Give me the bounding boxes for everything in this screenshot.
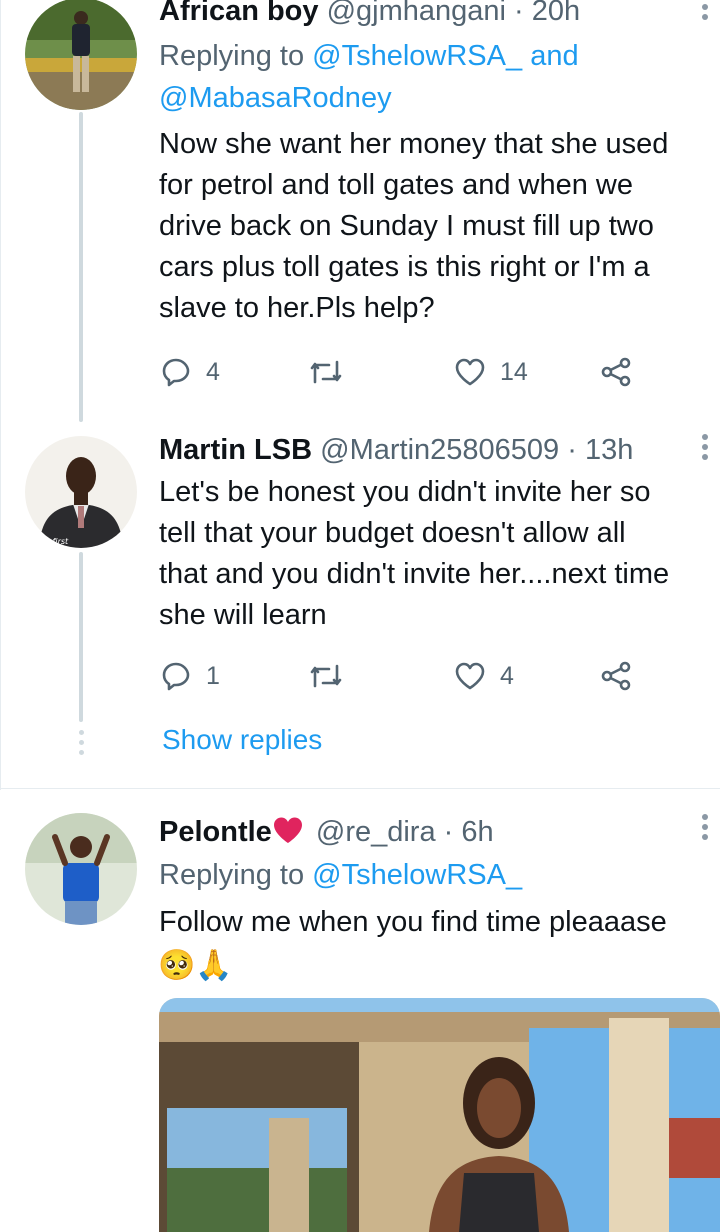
more-icon[interactable] xyxy=(702,814,710,844)
share-button[interactable] xyxy=(600,656,632,696)
heart-icon xyxy=(455,358,485,386)
like-count: 14 xyxy=(500,357,528,386)
tweet-text: Let's be honest you didn't invite her so… xyxy=(159,472,719,636)
mention-link[interactable]: @TshelowRSA_ xyxy=(312,859,522,891)
replying-to-line-2: @MabasaRodney xyxy=(159,78,392,118)
like-count: 4 xyxy=(500,661,514,690)
share-icon xyxy=(601,661,631,691)
tweet-african-boy[interactable]: African boy @gjmhangani · 20h Replying t… xyxy=(0,0,720,420)
tweet-actions: 4 14 xyxy=(160,352,640,392)
separator-dot: · xyxy=(567,434,577,466)
timestamp[interactable]: 20h xyxy=(532,0,580,27)
share-button[interactable] xyxy=(600,352,632,392)
avatar[interactable] xyxy=(25,0,137,110)
replying-to: Replying to @TshelowRSA_ and xyxy=(159,36,579,76)
reply-count: 4 xyxy=(206,357,220,386)
retweet-icon xyxy=(310,360,342,384)
separator-dot: · xyxy=(514,0,524,27)
more-icon[interactable] xyxy=(702,4,710,24)
separator-dot: · xyxy=(443,816,454,848)
retweet-button[interactable] xyxy=(308,352,344,392)
timestamp[interactable]: 6h xyxy=(461,816,493,848)
reply-button[interactable]: 1 xyxy=(160,656,220,696)
display-name[interactable]: African boy xyxy=(159,0,319,27)
replying-to: Replying to @TshelowRSA_ xyxy=(159,855,522,895)
media-photo xyxy=(159,998,720,1232)
reply-icon xyxy=(162,662,190,691)
show-replies-link[interactable]: Show replies xyxy=(162,724,322,756)
tweet-text: Now she want her money that she used for… xyxy=(159,124,719,329)
reply-button[interactable]: 4 xyxy=(160,352,220,392)
tweet-text-line: slave to her.Pls help? xyxy=(159,292,435,324)
tweet-text-line: drive back on Sunday I must fill up two xyxy=(159,210,654,242)
more-icon[interactable] xyxy=(702,434,710,464)
tweet-media-image[interactable] xyxy=(159,998,720,1232)
tweet-header: Pelontle @re_dira · 6h xyxy=(159,814,494,850)
mention-link[interactable]: @MabasaRodney xyxy=(159,82,392,114)
share-icon xyxy=(601,357,631,387)
red-heart-icon xyxy=(273,817,302,843)
tweet-text-line: Follow me when you find time pleaaase xyxy=(159,906,667,938)
tweet-text-line: that and you didn't invite her....next t… xyxy=(159,558,670,590)
timestamp[interactable]: 13h xyxy=(585,434,633,466)
avatar-caption: The first xyxy=(35,537,69,546)
avatar-image xyxy=(25,0,137,110)
retweet-button[interactable] xyxy=(308,656,344,696)
display-name[interactable]: Martin LSB xyxy=(159,434,312,466)
heart-icon xyxy=(455,662,485,690)
like-button[interactable]: 14 xyxy=(454,352,528,392)
tweet-text-line: she will learn xyxy=(159,599,327,631)
like-button[interactable]: 4 xyxy=(454,656,514,696)
avatar[interactable] xyxy=(25,813,137,925)
mention-link[interactable]: @TshelowRSA_ xyxy=(312,40,522,72)
avatar[interactable]: The first xyxy=(25,436,137,548)
tweet-header: Martin LSB @Martin25806509 · 13h xyxy=(159,432,633,468)
thread-ellipsis-icon xyxy=(77,730,85,760)
user-handle[interactable]: @Martin25806509 xyxy=(320,434,559,466)
reply-icon xyxy=(162,358,190,387)
avatar-image xyxy=(25,813,137,925)
reply-count: 1 xyxy=(206,661,220,690)
replying-to-label: Replying to xyxy=(159,40,305,72)
tweet-text-line: Now she want her money that she used xyxy=(159,128,669,160)
retweet-icon xyxy=(310,664,342,688)
user-handle[interactable]: @gjmhangani xyxy=(327,0,506,27)
replying-to-label: Replying to xyxy=(159,859,305,891)
user-handle[interactable]: @re_dira xyxy=(316,816,436,848)
display-name[interactable]: Pelontle xyxy=(159,816,272,848)
tweet-martin-lsb[interactable]: The first Martin LSB @Martin25806509 · 1… xyxy=(0,420,720,790)
tweet-header: African boy @gjmhangani · 20h xyxy=(159,0,580,29)
tweet-text-line: for petrol and toll gates and when we xyxy=(159,169,633,201)
tweet-text: Follow me when you find time pleaaase xyxy=(159,902,719,943)
mention-and[interactable]: and xyxy=(530,40,578,72)
tweet-emoji: 🥺🙏 xyxy=(158,949,233,982)
tweet-actions: 1 4 xyxy=(160,656,640,696)
tweet-text-line: tell that your budget doesn't allow all xyxy=(159,517,626,549)
tweet-text-line: Let's be honest you didn't invite her so xyxy=(159,476,651,508)
avatar-image: The first xyxy=(25,436,137,548)
tweet-text-line: cars plus toll gates is this right or I'… xyxy=(159,251,650,283)
